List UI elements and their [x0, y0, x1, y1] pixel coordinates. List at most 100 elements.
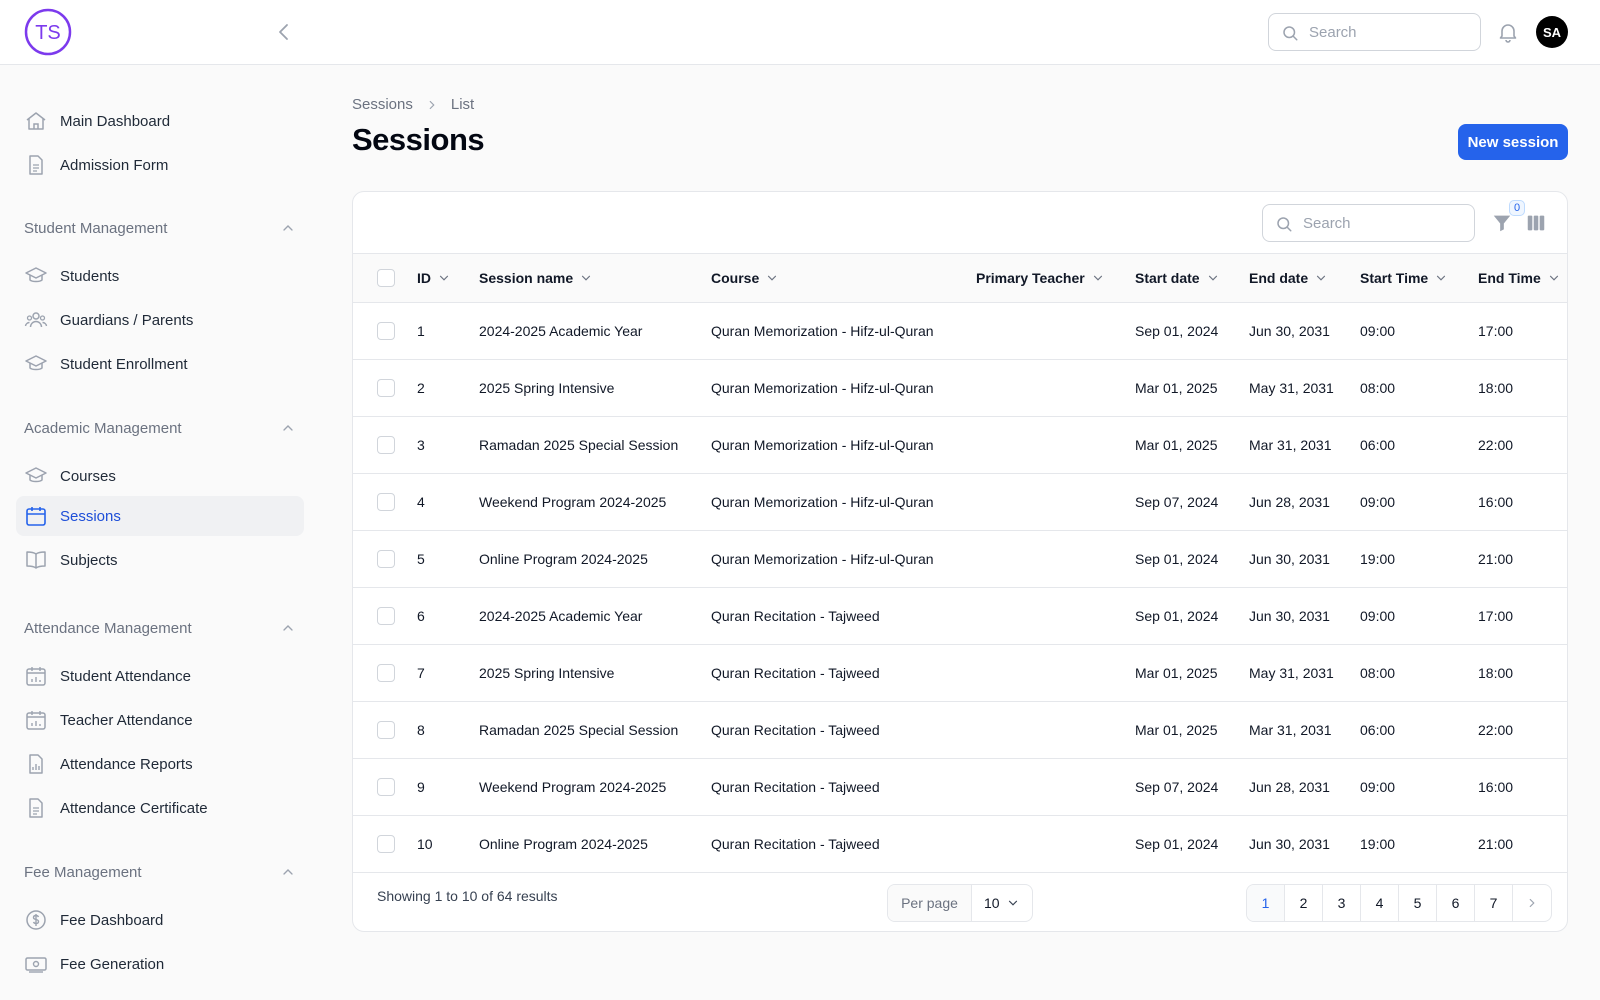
sidebar-item-attendance-certificate[interactable]: Attendance Certificate: [16, 788, 304, 828]
table-row[interactable]: 9 Weekend Program 2024-2025 Quran Recitati…: [353, 759, 1567, 816]
row-checkbox[interactable]: [377, 550, 395, 568]
table-row[interactable]: 2 2025 Spring Intensive Quran Memorization…: [353, 360, 1567, 417]
columns-icon[interactable]: [1525, 212, 1547, 234]
sidebar-item-students[interactable]: Students: [16, 256, 304, 296]
sidebar-item-admission-form[interactable]: Admission Form: [16, 145, 304, 185]
page-button[interactable]: 3: [1323, 885, 1361, 921]
sidebar-item-main-dashboard[interactable]: Main Dashboard: [16, 101, 304, 141]
sidebar-item-courses[interactable]: Courses: [16, 456, 304, 496]
row-select-cell: [353, 303, 417, 360]
table-body: 1 2024-2025 Academic Year Quran Memorizati…: [353, 303, 1567, 873]
sidebar-item-guardians[interactable]: Guardians / Parents: [16, 300, 304, 340]
page-button[interactable]: 5: [1399, 885, 1437, 921]
row-checkbox[interactable]: [377, 436, 395, 454]
table-cell: May 31, 2031: [1249, 380, 1334, 396]
global-search[interactable]: [1268, 13, 1481, 51]
table-search[interactable]: [1262, 204, 1475, 242]
table-cell: 19:00: [1360, 836, 1396, 852]
select-all-checkbox[interactable]: [377, 269, 395, 287]
page-button[interactable]: 6: [1437, 885, 1475, 921]
sidebar-item-attendance-reports[interactable]: Attendance Reports: [16, 744, 304, 784]
table-cell: Mar 31, 2031: [1249, 437, 1332, 453]
column-label: ID: [417, 270, 431, 286]
new-session-button[interactable]: New session: [1458, 124, 1568, 160]
row-checkbox[interactable]: [377, 607, 395, 625]
group-academic-management[interactable]: Academic Management: [24, 416, 296, 440]
search-icon: [1277, 217, 1292, 232]
per-page-select[interactable]: 10: [972, 885, 1032, 921]
sidebar-item-subjects[interactable]: Subjects: [16, 540, 304, 580]
report-icon: [29, 754, 43, 774]
table-cell: 2: [417, 380, 425, 396]
row-select-cell: [353, 474, 417, 531]
table-cell: Ramadan 2025 Special Session: [479, 722, 679, 738]
breadcrumb-root[interactable]: Sessions: [352, 96, 413, 113]
table-row[interactable]: 1 2024-2025 Academic Year Quran Memorizati…: [353, 303, 1567, 360]
table-cell: 22:00: [1478, 437, 1514, 453]
page-button[interactable]: 4: [1361, 885, 1399, 921]
row-checkbox[interactable]: [377, 721, 395, 739]
row-checkbox[interactable]: [377, 778, 395, 796]
group-student-management[interactable]: Student Management: [24, 216, 296, 240]
column-header-primary-teacher[interactable]: Primary Teacher: [976, 254, 1135, 303]
table-row[interactable]: 4 Weekend Program 2024-2025 Quran Memoriza…: [353, 474, 1567, 531]
column-label: Start date: [1135, 270, 1200, 286]
row-checkbox[interactable]: [377, 379, 395, 397]
sidebar-item-fee-generation[interactable]: Fee Generation: [16, 944, 304, 984]
row-checkbox[interactable]: [377, 322, 395, 340]
table-cell: Sep 01, 2024: [1135, 836, 1219, 852]
table-search-input[interactable]: [1303, 205, 1468, 241]
results-summary: Showing 1 to 10 of 64 results: [377, 888, 558, 904]
table-cell: 09:00: [1360, 608, 1396, 624]
filter-icon[interactable]: [1491, 212, 1513, 234]
column-header-id[interactable]: ID: [417, 254, 479, 303]
page-button[interactable]: 2: [1285, 885, 1323, 921]
column-header-end-date[interactable]: End date: [1249, 254, 1360, 303]
column-header-course[interactable]: Course: [711, 254, 976, 303]
row-checkbox[interactable]: [377, 664, 395, 682]
sidebar-item-student-attendance[interactable]: Student Attendance: [16, 656, 304, 696]
graduation-cap-icon: [25, 267, 47, 283]
table-cell: 19:00: [1360, 551, 1396, 567]
next-page-button[interactable]: [1513, 885, 1551, 921]
sidebar-item-student-enrollment[interactable]: Student Enrollment: [16, 344, 304, 384]
table-row[interactable]: 5 Online Program 2024-2025 Quran Memorizat…: [353, 531, 1567, 588]
table-cell: 06:00: [1360, 437, 1396, 453]
column-header-end-time[interactable]: End Time: [1478, 254, 1567, 303]
column-header-start-time[interactable]: Start Time: [1360, 254, 1478, 303]
dollar-icon: [26, 910, 46, 930]
chevron-up-icon: [283, 625, 293, 631]
table-cell: Ramadan 2025 Special Session: [479, 437, 679, 453]
sidebar-item-sessions[interactable]: Sessions: [16, 496, 304, 536]
global-search-input[interactable]: [1309, 14, 1474, 50]
column-header-start-date[interactable]: Start date: [1135, 254, 1249, 303]
sidebar-item-teacher-attendance[interactable]: Teacher Attendance: [16, 700, 304, 740]
group-title: Student Management: [24, 219, 168, 237]
table-cell: [976, 417, 1135, 474]
row-checkbox[interactable]: [377, 835, 395, 853]
table-row[interactable]: 6 2024-2025 Academic Year Quran Recitation…: [353, 588, 1567, 645]
column-header-session-name[interactable]: Session name: [479, 254, 711, 303]
page-button[interactable]: 7: [1475, 885, 1513, 921]
graduation-cap-icon: [25, 467, 47, 483]
group-fee-management[interactable]: Fee Management: [24, 860, 296, 884]
table-row[interactable]: 8 Ramadan 2025 Special Session Quran Recit…: [353, 702, 1567, 759]
group-attendance-management[interactable]: Attendance Management: [24, 616, 296, 640]
calendar-icon: [26, 507, 46, 526]
sidebar-item-label: Admission Form: [60, 156, 169, 174]
chevron-down-icon: [1317, 275, 1326, 281]
page-button[interactable]: 1: [1247, 885, 1285, 921]
table-cell: 06:00: [1360, 722, 1396, 738]
collapse-sidebar-icon[interactable]: [272, 20, 296, 44]
sidebar-item-label: Main Dashboard: [60, 112, 171, 130]
table-row[interactable]: 7 2025 Spring Intensive Quran Recitation -…: [353, 645, 1567, 702]
bell-icon[interactable]: [1496, 20, 1520, 44]
user-avatar[interactable]: SA: [1536, 16, 1568, 48]
table-cell: Jun 28, 2031: [1249, 494, 1330, 510]
row-checkbox[interactable]: [377, 493, 395, 511]
sidebar-item-fee-dashboard[interactable]: Fee Dashboard: [16, 900, 304, 940]
column-label: Course: [711, 270, 760, 286]
table-row[interactable]: 3 Ramadan 2025 Special Session Quran Memor…: [353, 417, 1567, 474]
table-row[interactable]: 10 Online Program 2024-2025 Quran Recitati…: [353, 816, 1567, 873]
logo-icon[interactable]: TS: [24, 8, 72, 56]
